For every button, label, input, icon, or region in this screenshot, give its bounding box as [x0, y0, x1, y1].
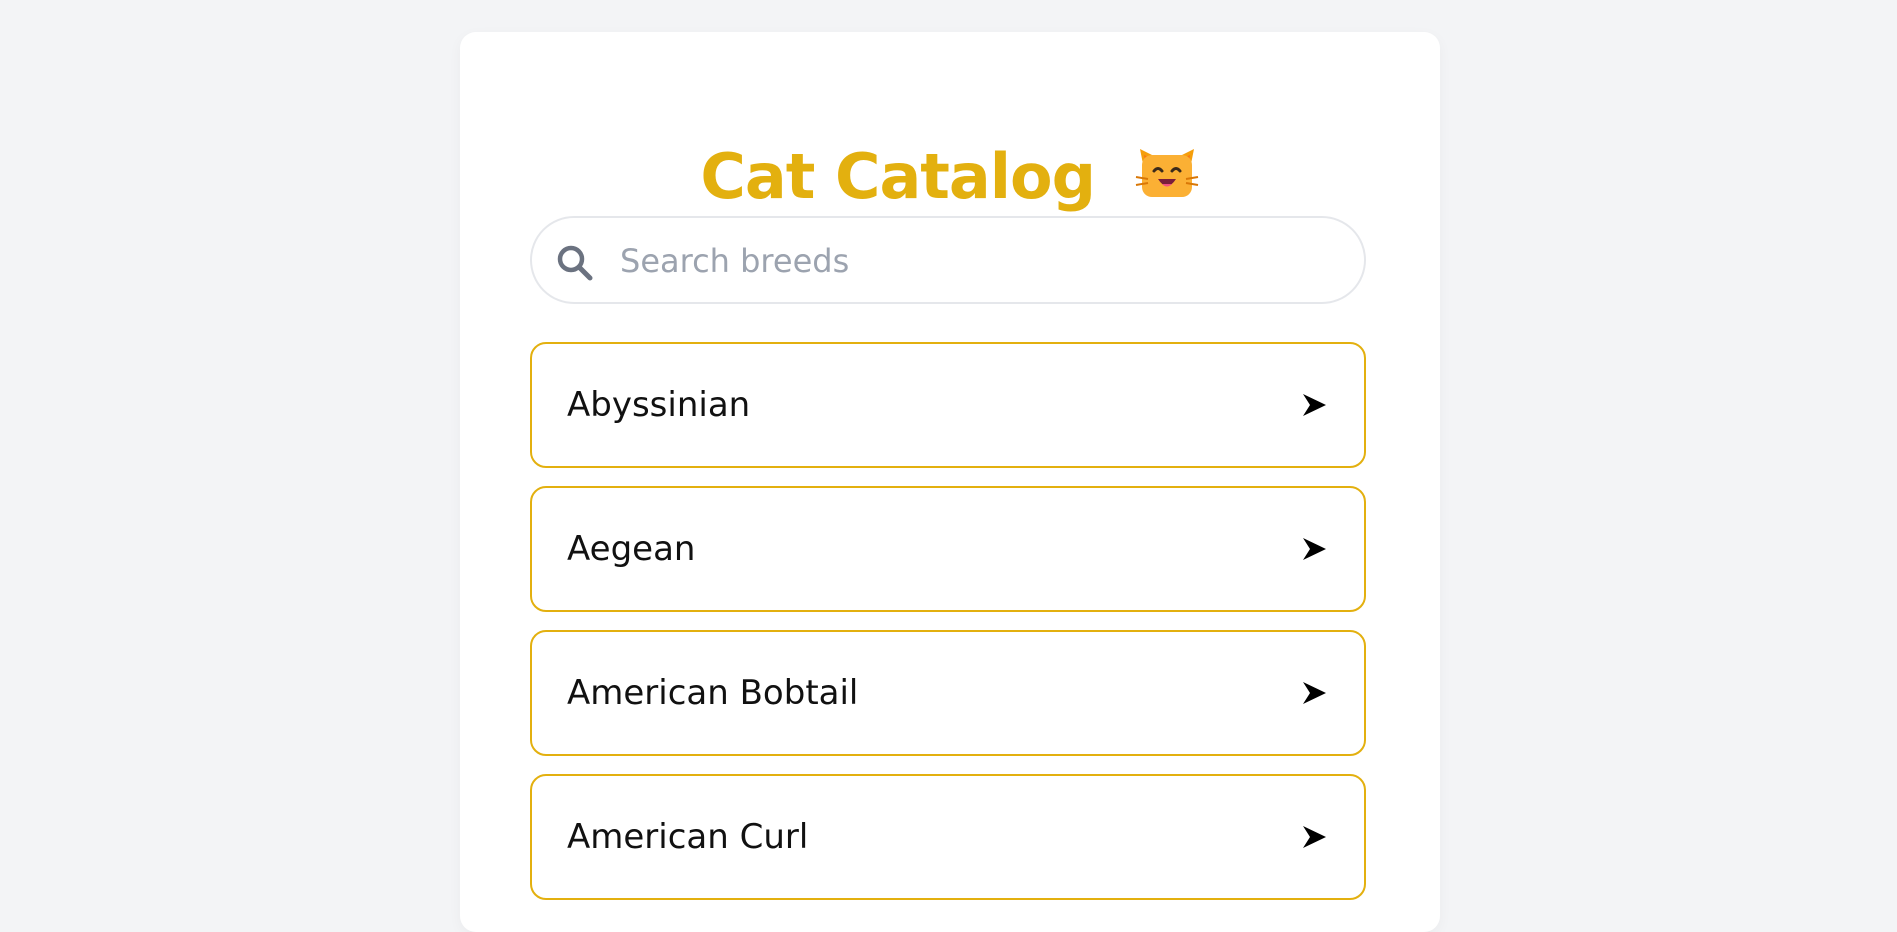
- list-item-label: American Bobtail: [567, 673, 859, 713]
- list-item-label: American Curl: [567, 817, 809, 857]
- page-title: Cat Catalog: [460, 145, 1440, 212]
- title-text: Cat Catalog: [700, 139, 1096, 213]
- catalog-card: Cat Catalog Search breeds Abyssinian Aeg…: [460, 32, 1440, 932]
- breed-list: Abyssinian Aegean American Bobtail Ameri…: [530, 342, 1366, 918]
- list-item-label: Aegean: [567, 529, 696, 569]
- search-icon: [556, 244, 594, 282]
- arrow-right-icon: [1300, 679, 1328, 707]
- list-item-abyssinian[interactable]: Abyssinian: [530, 342, 1366, 468]
- arrow-right-icon: [1300, 391, 1328, 419]
- list-item-american-curl[interactable]: American Curl: [530, 774, 1366, 900]
- list-item-american-bobtail[interactable]: American Bobtail: [530, 630, 1366, 756]
- list-item-label: Abyssinian: [567, 385, 751, 425]
- cat-face-icon: [1134, 139, 1200, 211]
- search-input[interactable]: [618, 218, 1342, 304]
- arrow-right-icon: [1300, 823, 1328, 851]
- list-item-aegean[interactable]: Aegean: [530, 486, 1366, 612]
- arrow-right-icon: [1300, 535, 1328, 563]
- search-bar[interactable]: [530, 216, 1366, 304]
